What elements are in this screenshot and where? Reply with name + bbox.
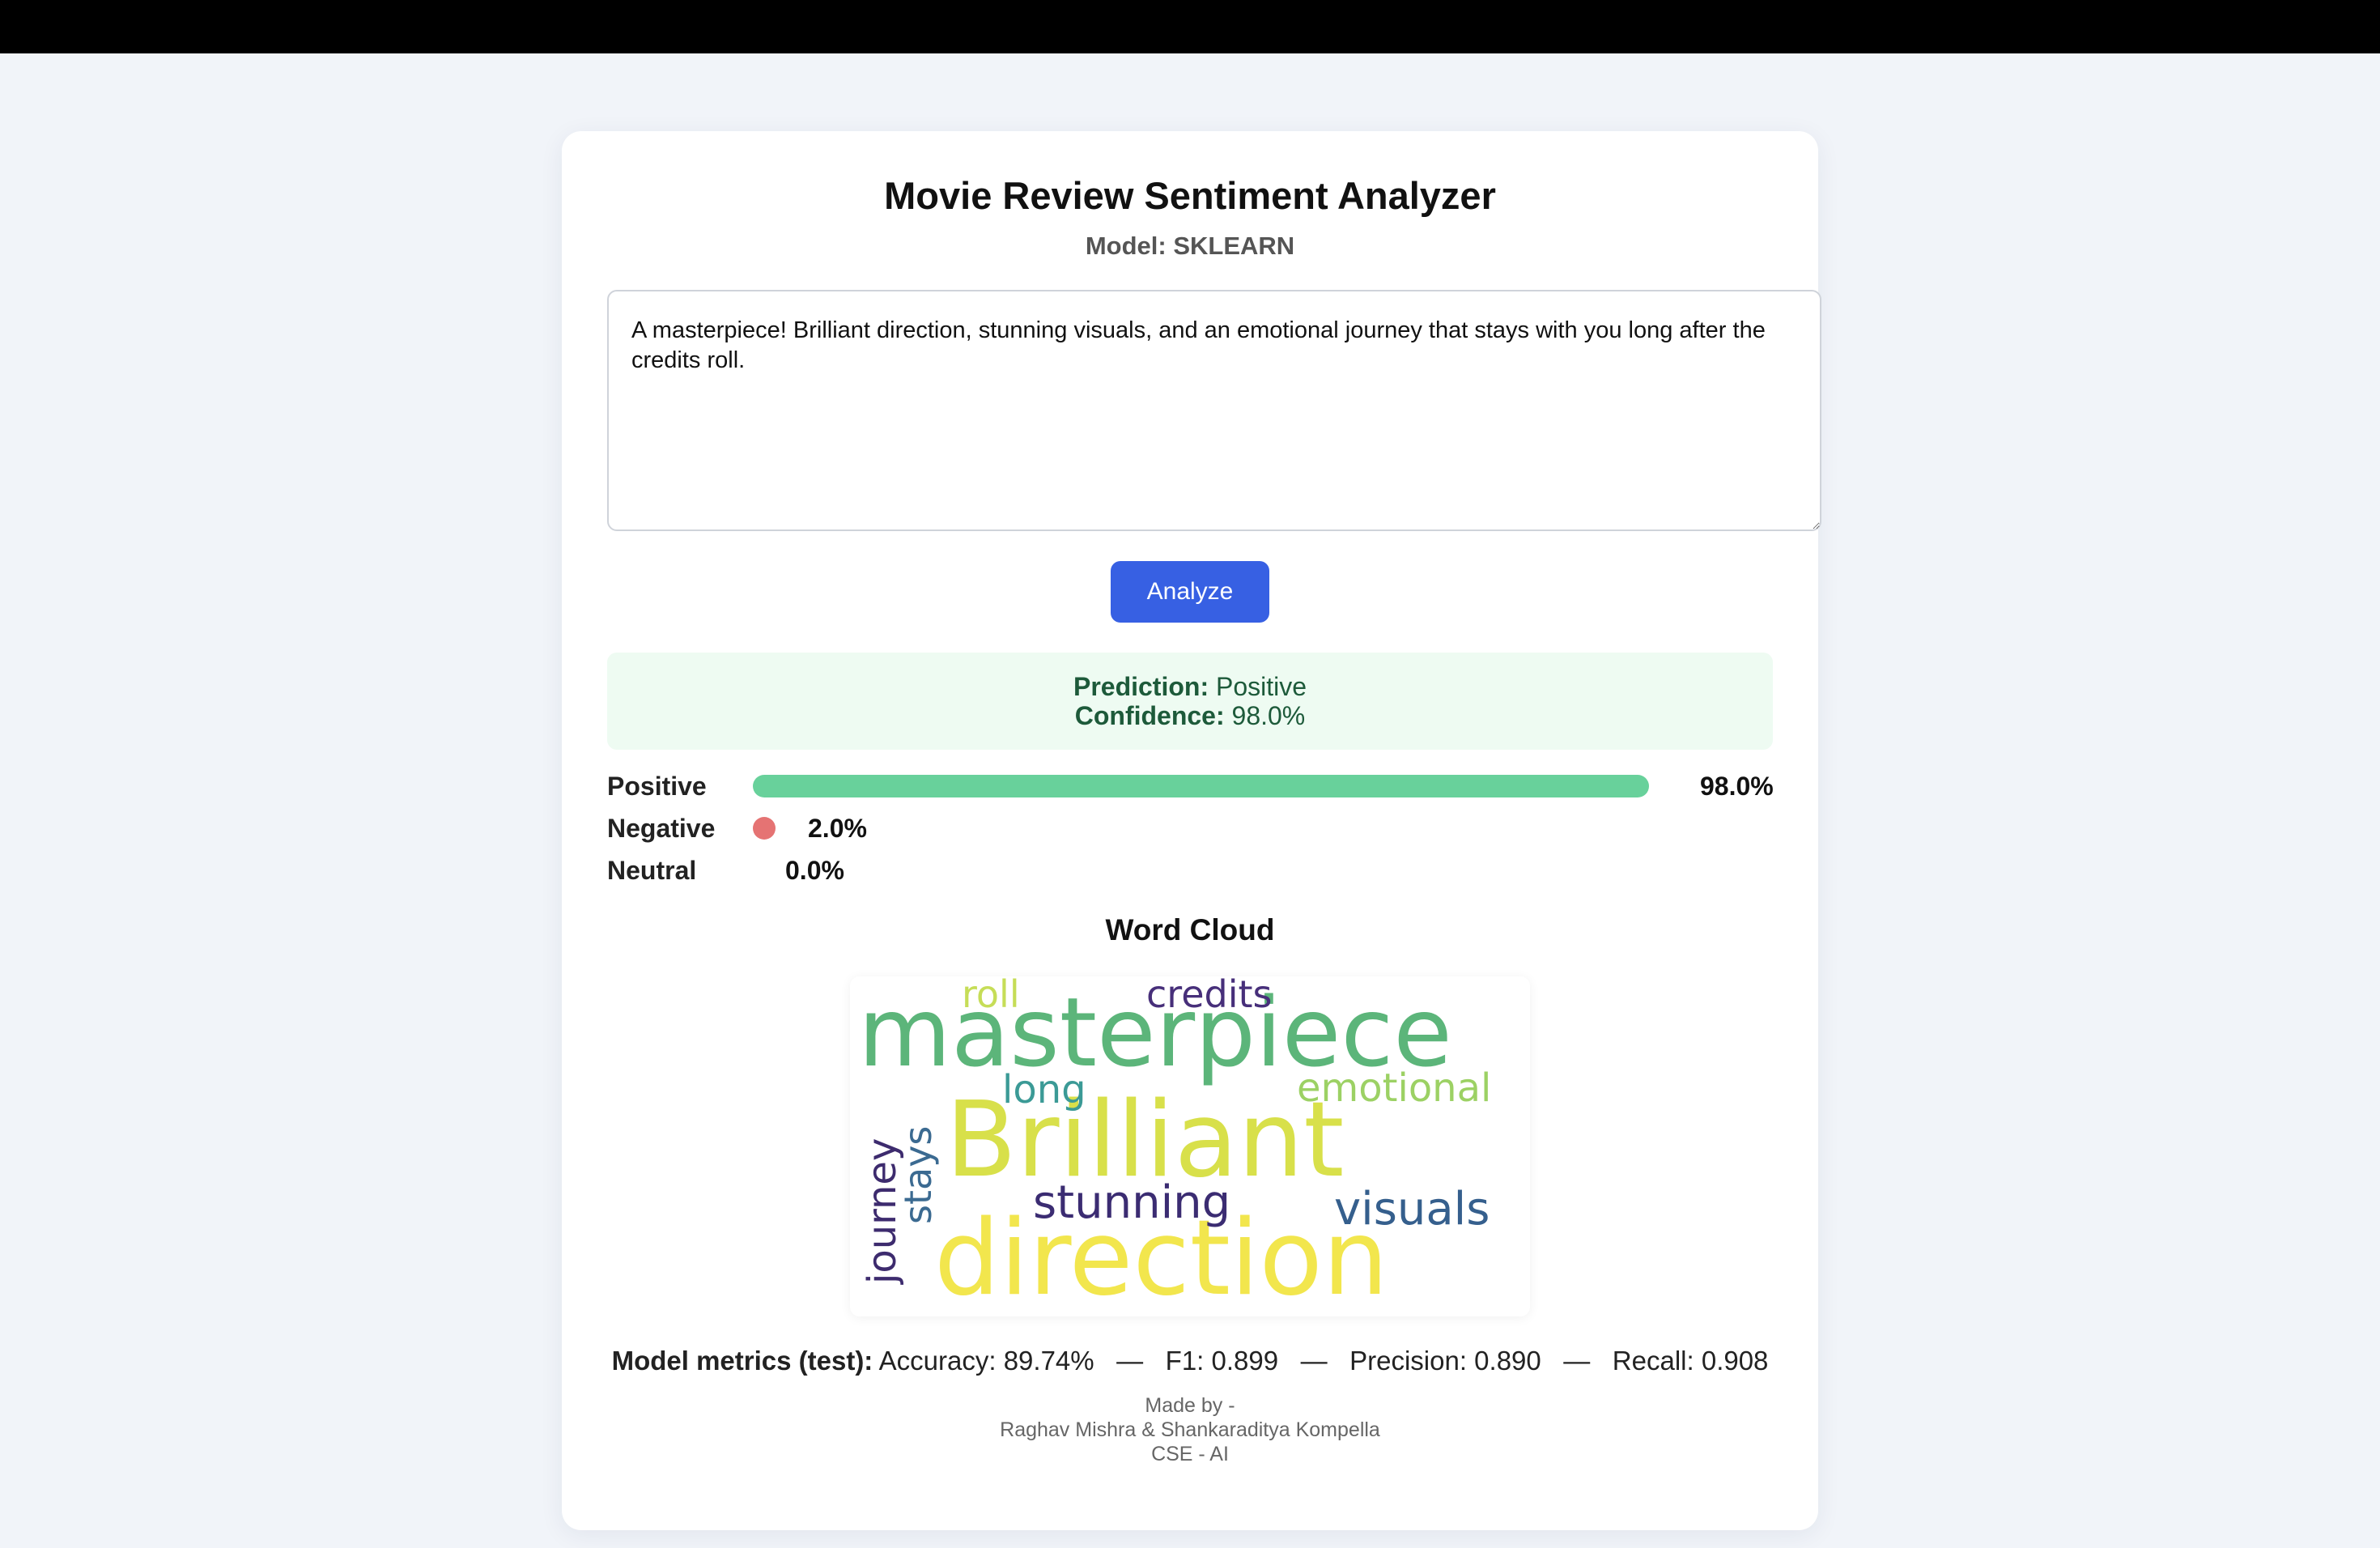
word-roll: roll	[962, 976, 1020, 1016]
word-visuals: visuals	[1334, 1183, 1490, 1235]
probability-label-positive: Positive	[607, 772, 707, 801]
page-title: Movie Review Sentiment Analyzer	[884, 174, 1496, 217]
prediction-value: Positive	[1215, 672, 1307, 701]
metric-precision: Precision: 0.890	[1349, 1346, 1541, 1376]
confidence-value: 98.0%	[1231, 701, 1306, 730]
prediction-line: Prediction: Positive	[607, 672, 1773, 702]
probability-value-negative: 2.0%	[808, 814, 867, 843]
probability-bar-track-positive	[753, 775, 1668, 797]
analyze-button[interactable]: Analyze	[1111, 561, 1269, 623]
word-stays: stays	[896, 1126, 940, 1224]
review-input[interactable]: A masterpiece! Brilliant direction, stun…	[607, 290, 1821, 531]
window-top-bar	[0, 0, 2380, 53]
probability-label-neutral: Neutral	[607, 856, 697, 885]
metrics-label: Model metrics (test):	[611, 1346, 873, 1376]
probability-bar-track-neutral	[753, 859, 1668, 882]
word-long: long	[1002, 1067, 1086, 1112]
probability-bar-positive	[753, 775, 1650, 797]
metrics-separator: —	[1300, 1346, 1328, 1376]
probability-label-negative: Negative	[607, 814, 716, 843]
probability-bar-track-negative	[753, 817, 1668, 840]
metrics-separator: —	[1563, 1346, 1591, 1376]
metric-f1: F1: 0.899	[1165, 1346, 1279, 1376]
word-stunning: stunning	[1033, 1176, 1230, 1229]
probability-value-positive: 98.0%	[1700, 772, 1774, 801]
metric-accuracy: Accuracy: 89.74%	[878, 1346, 1094, 1376]
footer-department: CSE - AI	[1151, 1443, 1229, 1465]
word-cloud-title: Word Cloud	[1105, 913, 1275, 946]
confidence-label: Confidence:	[1074, 701, 1225, 730]
footer-authors: Raghav Mishra & Shankaraditya Kompella	[1000, 1418, 1380, 1441]
word-cloud-image: masterpiece Brilliant direction credits …	[850, 972, 1530, 1319]
word-emotional: emotional	[1297, 1065, 1491, 1111]
probability-value-neutral: 0.0%	[785, 856, 844, 885]
word-cloud-svg: masterpiece Brilliant direction credits …	[858, 972, 1491, 1319]
metrics-separator: —	[1116, 1346, 1144, 1376]
footer-made-by: Made by -	[1145, 1394, 1235, 1417]
model-label: Model: SKLEARN	[1085, 232, 1295, 260]
word-credits: credits	[1146, 976, 1272, 1016]
prediction-label: Prediction:	[1073, 672, 1209, 701]
metric-recall: Recall: 0.908	[1612, 1346, 1769, 1376]
model-metrics: Model metrics (test): Accuracy: 89.74% —…	[562, 1346, 1818, 1376]
analyzer-card: Movie Review Sentiment Analyzer Model: S…	[562, 131, 1821, 1530]
confidence-line: Confidence: 98.0%	[607, 701, 1773, 731]
prediction-box: Prediction: Positive Confidence: 98.0%	[607, 653, 1773, 750]
probability-bar-negative	[753, 817, 776, 840]
